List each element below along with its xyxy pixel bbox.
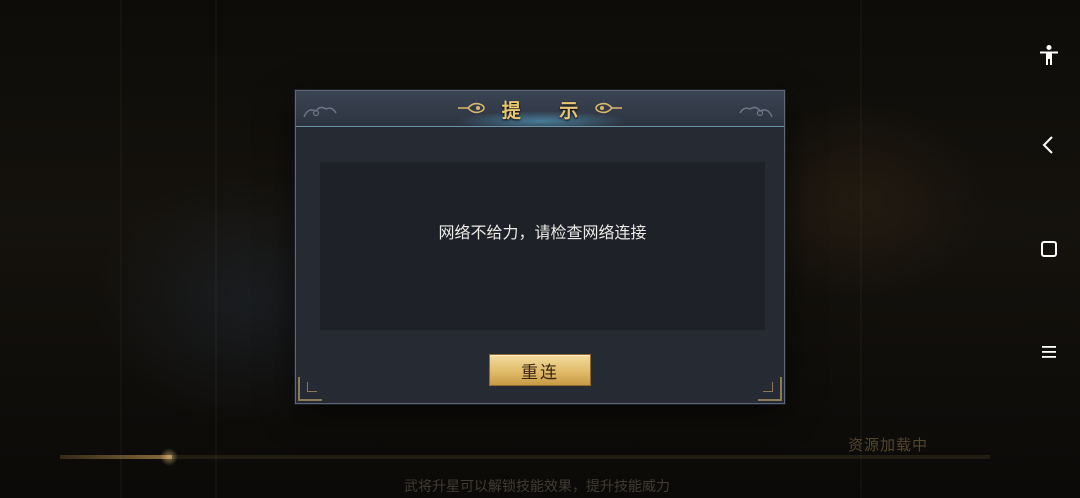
network-error-dialog: 提 示 网络不给力，请检查网络连接 重连	[295, 90, 785, 404]
menu-icon	[1042, 346, 1056, 358]
back-button[interactable]	[1034, 130, 1064, 160]
game-background: 资源加载中 武将升星可以解锁技能效果，提升技能威力 提 示 网络不给力，请检查网…	[0, 0, 1080, 498]
accessibility-icon	[1040, 45, 1058, 65]
loading-tip: 武将升星可以解锁技能效果，提升技能威力	[404, 479, 670, 495]
background-decor	[215, 0, 217, 498]
dialog-header: 提 示	[296, 91, 784, 127]
loading-spark-icon	[160, 448, 178, 466]
reconnect-button[interactable]: 重连	[489, 354, 591, 386]
loading-status: 资源加载中	[848, 436, 929, 454]
loading-bar-fill	[60, 455, 172, 459]
background-decor	[120, 0, 122, 498]
corner-ornament-inner	[763, 382, 773, 392]
accessibility-button[interactable]	[1034, 40, 1064, 70]
home-button[interactable]	[1034, 234, 1064, 264]
title-ornament-right-icon	[595, 102, 622, 114]
loading-bar	[60, 455, 990, 459]
system-navigation-bar	[1018, 0, 1080, 498]
corner-ornament-icon	[298, 377, 322, 401]
dialog-message: 网络不给力，请检查网络连接	[438, 223, 647, 242]
corner-ornament-inner	[307, 382, 317, 392]
reconnect-button-label: 重连	[521, 362, 559, 383]
home-icon	[1041, 241, 1057, 257]
menu-button[interactable]	[1034, 337, 1064, 367]
dialog-title: 提 示	[501, 100, 595, 122]
back-icon	[1042, 136, 1053, 154]
background-decor	[860, 0, 862, 498]
dialog-body: 网络不给力，请检查网络连接	[320, 162, 765, 330]
corner-ornament-icon	[758, 377, 782, 401]
